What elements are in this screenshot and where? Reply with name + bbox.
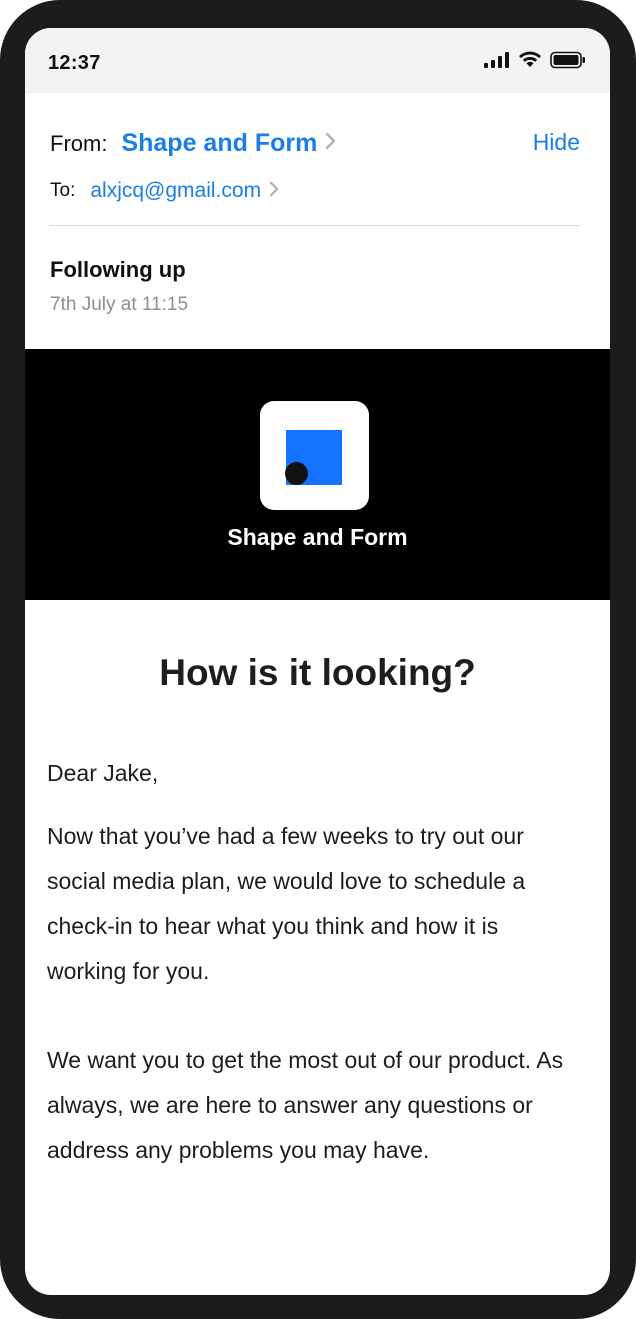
phone-frame: 12:37 From: Shape and Form Hide To: alxj… bbox=[0, 0, 636, 1319]
brand-name: Shape and Form bbox=[227, 524, 408, 550]
status-time: 12:37 bbox=[48, 52, 101, 74]
greeting: Dear Jake, bbox=[47, 760, 159, 786]
wifi-icon bbox=[518, 51, 542, 73]
hide-button[interactable]: Hide bbox=[533, 129, 580, 156]
body-paragraph-2: We want you to get the most out of our p… bbox=[47, 1047, 564, 1163]
chevron-right-icon[interactable] bbox=[269, 180, 280, 203]
status-bar: 12:37 bbox=[25, 28, 610, 93]
battery-icon bbox=[550, 51, 586, 74]
sender-link[interactable]: Shape and Form bbox=[121, 129, 317, 158]
body-paragraph-1: Now that you’ve had a few weeks to try o… bbox=[47, 823, 526, 984]
signal-icon bbox=[484, 51, 510, 73]
recipient-link[interactable]: alxjcq@gmail.com bbox=[90, 179, 261, 203]
brand-banner: Shape and Form bbox=[25, 349, 610, 600]
header-divider bbox=[50, 225, 580, 226]
screen: 12:37 From: Shape and Form Hide To: alxj… bbox=[25, 28, 610, 1295]
status-icons bbox=[484, 51, 586, 74]
email-subject: Following up bbox=[50, 257, 186, 282]
mail-header: From: Shape and Form Hide To: alxjcq@gma… bbox=[25, 93, 610, 349]
from-row: From: Shape and Form bbox=[50, 129, 337, 158]
to-row: To: alxjcq@gmail.com bbox=[50, 179, 280, 203]
email-date: 7th July at 11:15 bbox=[50, 294, 189, 315]
email-headline: How is it looking? bbox=[159, 652, 476, 693]
from-label: From: bbox=[50, 130, 108, 156]
chevron-right-icon[interactable] bbox=[325, 131, 337, 156]
to-label: To: bbox=[50, 180, 76, 201]
brand-logo bbox=[260, 401, 369, 510]
logo-dot-shape bbox=[285, 462, 308, 485]
